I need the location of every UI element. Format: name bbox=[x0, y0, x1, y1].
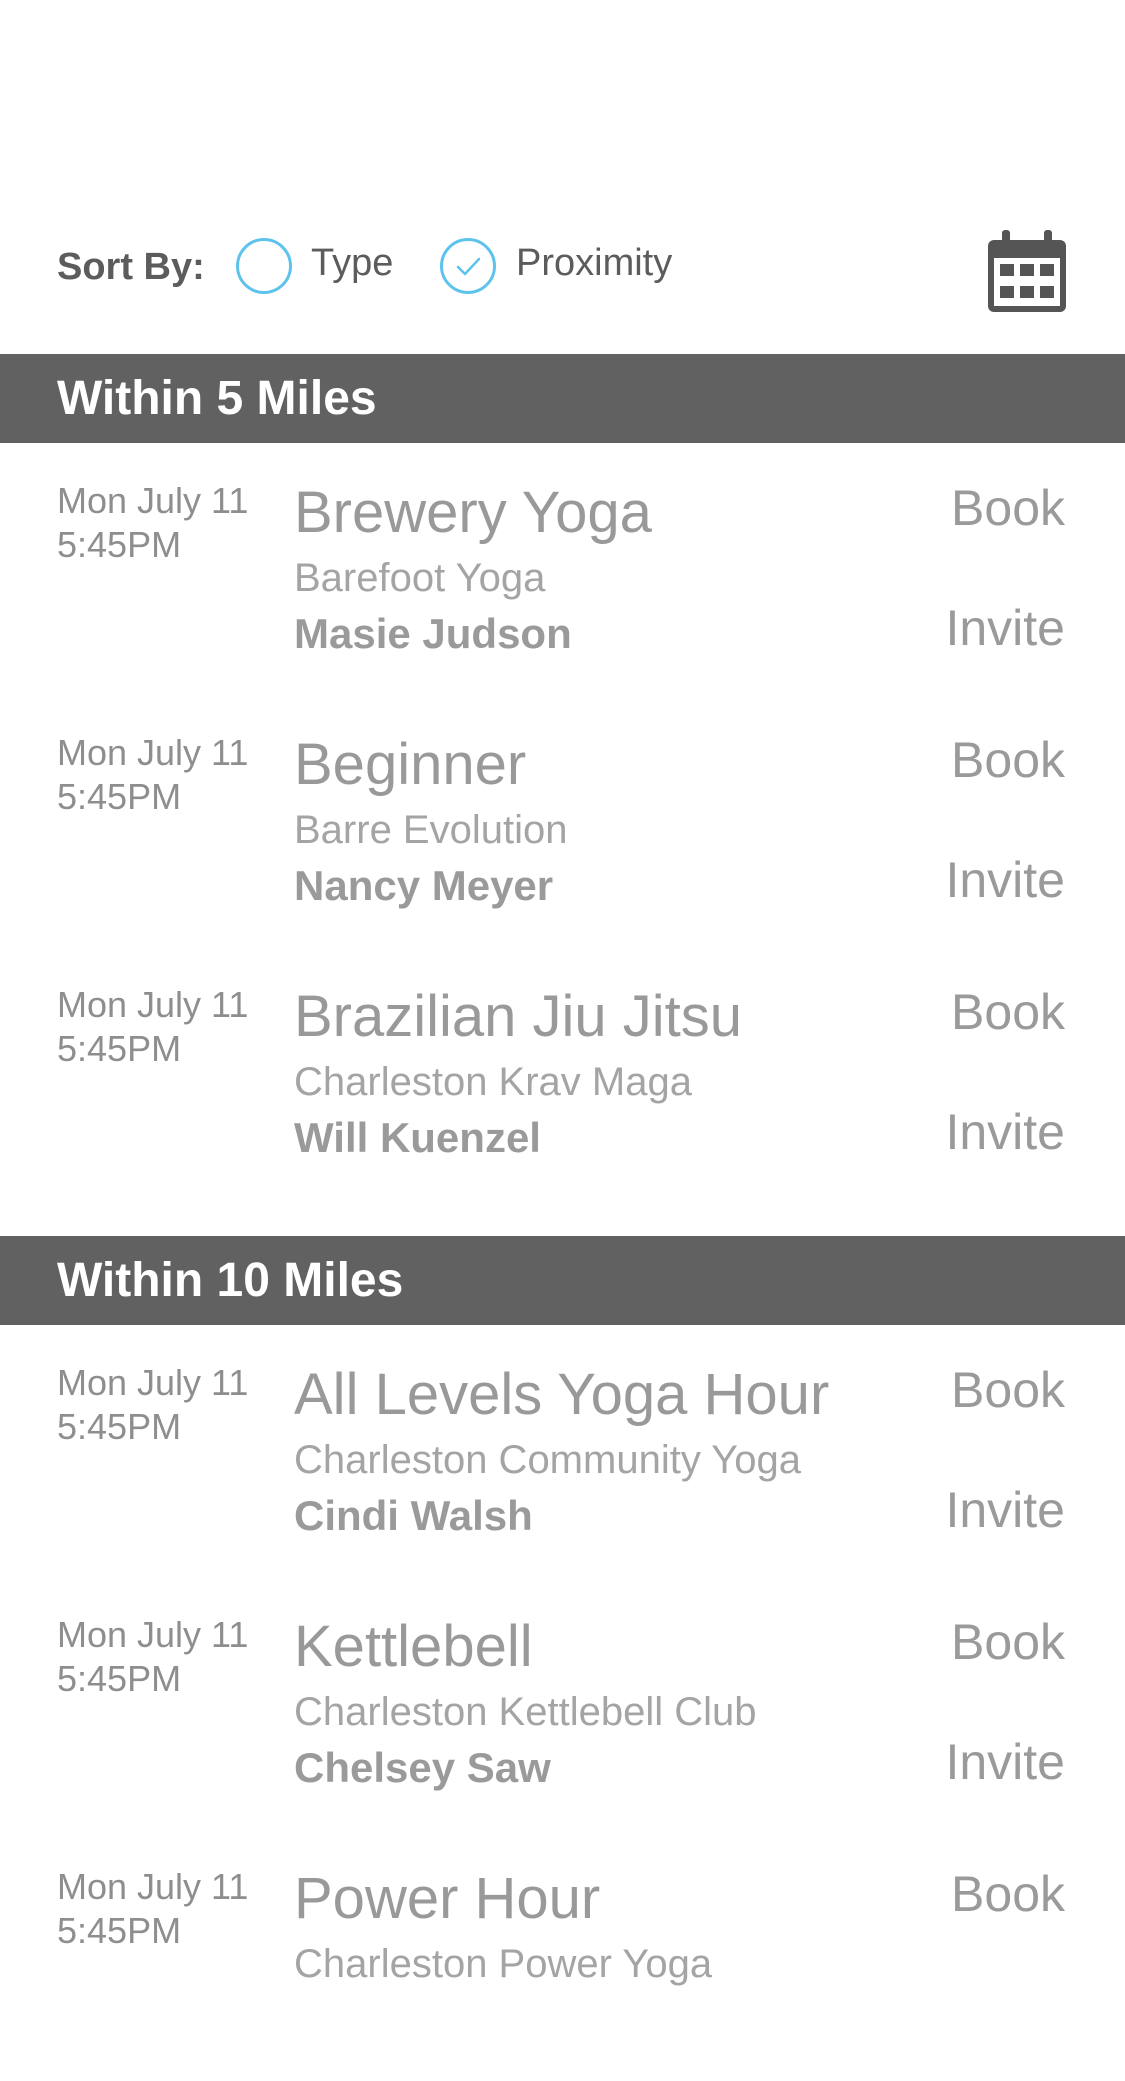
class-time: 5:45PM bbox=[57, 1028, 182, 1069]
list-item[interactable]: Mon July 11 5:45PM Power Hour Charleston… bbox=[0, 1829, 1125, 2081]
list-item[interactable]: Mon July 11 5:45PM Brazilian Jiu Jitsu C… bbox=[0, 947, 1125, 1199]
checkmark-icon bbox=[456, 257, 481, 276]
class-date-day: Mon July 11 bbox=[57, 480, 249, 521]
instructor-name: Masie Judson bbox=[294, 610, 572, 657]
list-item[interactable]: Mon July 11 5:45PM Beginner Barre Evolut… bbox=[0, 695, 1125, 947]
class-time: 5:45PM bbox=[57, 776, 182, 817]
list-item[interactable]: Mon July 11 5:45PM Brewery Yoga Barefoot… bbox=[0, 443, 1125, 695]
studio-name: Charleston Community Yoga bbox=[294, 1438, 801, 1482]
class-time: 5:45PM bbox=[57, 1406, 182, 1447]
studio-name: Charleston Kettlebell Club bbox=[294, 1690, 757, 1734]
class-name: Kettlebell bbox=[294, 1614, 533, 1679]
book-button[interactable]: Book bbox=[951, 1613, 1065, 1671]
instructor-name: Chelsey Saw bbox=[294, 1744, 551, 1791]
class-date-day: Mon July 11 bbox=[57, 1866, 249, 1907]
list-item[interactable]: Mon July 11 5:45PM All Levels Yoga Hour … bbox=[0, 1325, 1125, 1577]
book-button[interactable]: Book bbox=[951, 983, 1065, 1041]
list-item[interactable]: Mon July 11 5:45PM Kettlebell Charleston… bbox=[0, 1577, 1125, 1829]
book-button[interactable]: Book bbox=[951, 1865, 1065, 1923]
invite-button[interactable]: Invite bbox=[945, 1733, 1065, 1791]
class-name: Brewery Yoga bbox=[294, 480, 652, 545]
invite-button[interactable]: Invite bbox=[945, 1481, 1065, 1539]
studio-name: Barefoot Yoga bbox=[294, 556, 546, 600]
studio-name: Charleston Power Yoga bbox=[294, 1942, 713, 1986]
calendar-icon bbox=[988, 230, 1066, 312]
calendar-button[interactable] bbox=[986, 228, 1068, 316]
instructor-name: Will Kuenzel bbox=[294, 1114, 541, 1161]
class-name: Beginner bbox=[294, 732, 527, 797]
class-name: All Levels Yoga Hour bbox=[294, 1362, 830, 1427]
sort-proximity-label[interactable]: Proximity bbox=[516, 242, 672, 285]
studio-name: Barre Evolution bbox=[294, 808, 568, 852]
class-date-day: Mon July 11 bbox=[57, 984, 249, 1025]
class-date: Mon July 11 5:45PM bbox=[57, 731, 248, 819]
section-header-10-miles: Within 10 Miles bbox=[0, 1236, 1125, 1325]
sort-by-label: Sort By: bbox=[57, 246, 205, 288]
book-button[interactable]: Book bbox=[951, 731, 1065, 789]
class-time: 5:45PM bbox=[57, 524, 182, 565]
class-date-day: Mon July 11 bbox=[57, 1362, 249, 1403]
sort-bar: Sort By: Type Proximity bbox=[0, 222, 1125, 332]
class-date: Mon July 11 5:45PM bbox=[57, 479, 248, 567]
class-date-day: Mon July 11 bbox=[57, 732, 249, 773]
book-button[interactable]: Book bbox=[951, 1361, 1065, 1419]
class-date: Mon July 11 5:45PM bbox=[57, 1613, 248, 1701]
instructor-name: Cindi Walsh bbox=[294, 1492, 533, 1539]
section-header-5-miles: Within 5 Miles bbox=[0, 354, 1125, 443]
instructor-name: Nancy Meyer bbox=[294, 862, 554, 909]
invite-button[interactable]: Invite bbox=[945, 599, 1065, 657]
class-time: 5:45PM bbox=[57, 1658, 182, 1699]
sort-type-radio[interactable] bbox=[236, 238, 292, 294]
studio-name: Charleston Krav Maga bbox=[294, 1060, 692, 1104]
book-button[interactable]: Book bbox=[951, 479, 1065, 537]
invite-button[interactable]: Invite bbox=[945, 851, 1065, 909]
sort-type-label[interactable]: Type bbox=[311, 242, 393, 285]
class-date-day: Mon July 11 bbox=[57, 1614, 249, 1655]
class-time: 5:45PM bbox=[57, 1910, 182, 1951]
class-date: Mon July 11 5:45PM bbox=[57, 1361, 248, 1449]
class-date: Mon July 11 5:45PM bbox=[57, 1865, 248, 1953]
class-date: Mon July 11 5:45PM bbox=[57, 983, 248, 1071]
top-blank-area bbox=[0, 0, 1125, 222]
class-name: Power Hour bbox=[294, 1866, 601, 1931]
class-name: Brazilian Jiu Jitsu bbox=[294, 984, 743, 1049]
sort-proximity-radio[interactable] bbox=[440, 238, 496, 294]
invite-button[interactable]: Invite bbox=[945, 1103, 1065, 1161]
